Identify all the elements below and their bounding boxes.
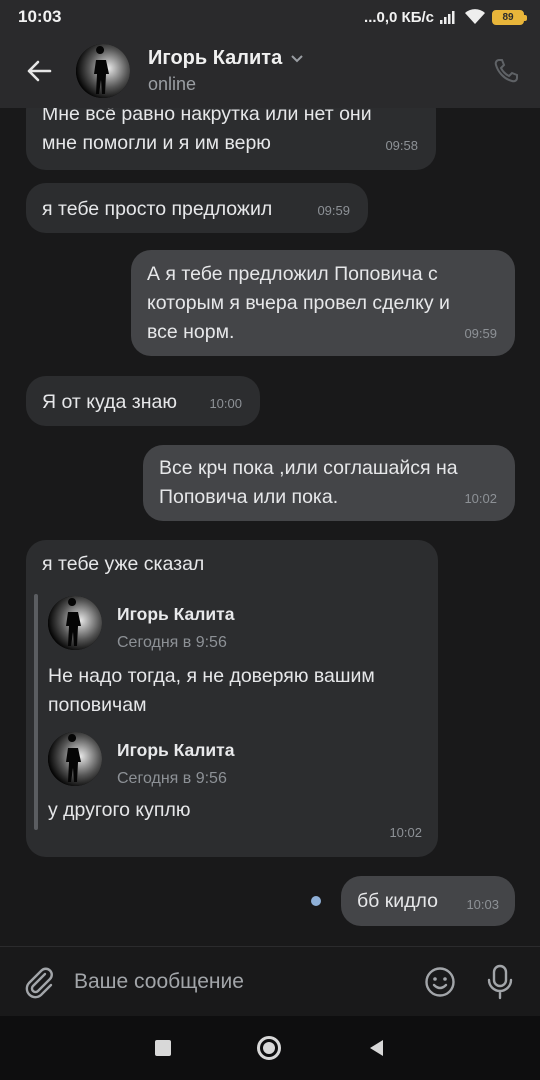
status-time: 10:03 — [18, 7, 62, 26]
message-time: 09:59 — [317, 203, 350, 218]
wifi-icon — [465, 9, 485, 24]
avatar-image — [48, 732, 102, 786]
message-bubble-incoming[interactable]: Я от куда знаю 10:00 — [26, 376, 260, 426]
message-time: 10:03 — [466, 897, 499, 912]
message-bubble-incoming[interactable]: я тебе просто предложил 09:59 — [26, 183, 368, 233]
avatar[interactable] — [48, 732, 102, 786]
message-text: Поповича или пока. — [159, 486, 339, 508]
message-time: 10:00 — [209, 396, 242, 411]
forwarded-date: Сегодня в 9:56 — [117, 634, 227, 651]
message-text: мне помогли и я им верю — [42, 132, 271, 154]
message-text: Мне всё равно накрутка или нет они — [42, 108, 372, 125]
forwarded-author[interactable]: Игорь Калита — [117, 600, 234, 629]
unread-dot — [311, 896, 321, 906]
forwarded-author[interactable]: Игорь Калита — [117, 736, 234, 765]
message-text: А я тебе предложил Поповича с — [147, 263, 438, 285]
arrow-left-icon — [27, 60, 52, 82]
forwarded-text: у другого куплю — [48, 799, 191, 821]
message-list[interactable]: Мне всё равно накрутка или нет они мне п… — [0, 108, 540, 946]
contact-name[interactable]: Игорь Калита — [148, 47, 282, 70]
message-bubble-incoming[interactable]: Мне всё равно накрутка или нет они мне п… — [26, 108, 436, 170]
forwarded-text: Не надо тогда, я не доверяю вашим — [48, 665, 375, 687]
microphone-icon[interactable] — [486, 964, 514, 1000]
message-composer: Ваше сообщение — [0, 946, 540, 1016]
avatar[interactable] — [76, 44, 130, 98]
avatar-image — [48, 596, 102, 650]
contact-status: online — [148, 74, 197, 94]
message-text: я тебе просто предложил — [42, 198, 273, 220]
message-bubble-outgoing[interactable]: А я тебе предложил Поповича с которым я … — [131, 250, 515, 356]
chat-header: Игорь Калита online — [0, 34, 540, 108]
avatar-image — [76, 44, 130, 98]
chevron-down-icon[interactable] — [290, 54, 304, 64]
back-button[interactable] — [18, 50, 60, 92]
status-bar: 10:03 ...0,0 КБ/с 89 — [0, 0, 540, 34]
forwarded-text: поповичам — [48, 694, 147, 716]
battery-indicator: 89 — [492, 9, 527, 25]
message-bubble-outgoing[interactable]: Все крч пока ,или соглашайся на Поповича… — [143, 445, 515, 521]
message-time: 10:02 — [389, 825, 422, 840]
system-nav-bar — [0, 1016, 540, 1080]
message-text: Все крч пока ,или соглашайся на — [159, 457, 458, 479]
phone-icon[interactable] — [492, 57, 520, 85]
message-text: все норм. — [147, 321, 235, 343]
paperclip-icon[interactable] — [22, 965, 56, 999]
signal-icon — [440, 11, 455, 24]
message-time: 09:59 — [464, 326, 497, 341]
back-triangle-icon[interactable] — [367, 1038, 385, 1058]
message-text: которым я вчера провел сделку и — [147, 292, 450, 314]
message-time: 10:02 — [464, 491, 497, 506]
forwarded-date: Сегодня в 9:56 — [117, 770, 227, 787]
message-text: я тебе уже сказал — [42, 553, 205, 575]
message-text: Я от куда знаю — [42, 391, 177, 413]
message-bubble-incoming[interactable]: я тебе уже сказал Игорь Калита Сегодня в… — [26, 540, 438, 857]
smile-icon[interactable] — [424, 966, 456, 998]
recents-button[interactable] — [155, 1040, 171, 1056]
home-button[interactable] — [257, 1036, 281, 1060]
message-time: 09:58 — [385, 138, 418, 153]
message-bubble-outgoing[interactable]: бб кидло 10:03 — [341, 876, 515, 926]
network-speed: ...0,0 КБ/с — [364, 8, 434, 26]
message-text: бб кидло — [357, 890, 438, 912]
forwarded-quote-bar — [34, 594, 38, 830]
avatar[interactable] — [48, 596, 102, 650]
message-input[interactable]: Ваше сообщение — [74, 970, 244, 994]
